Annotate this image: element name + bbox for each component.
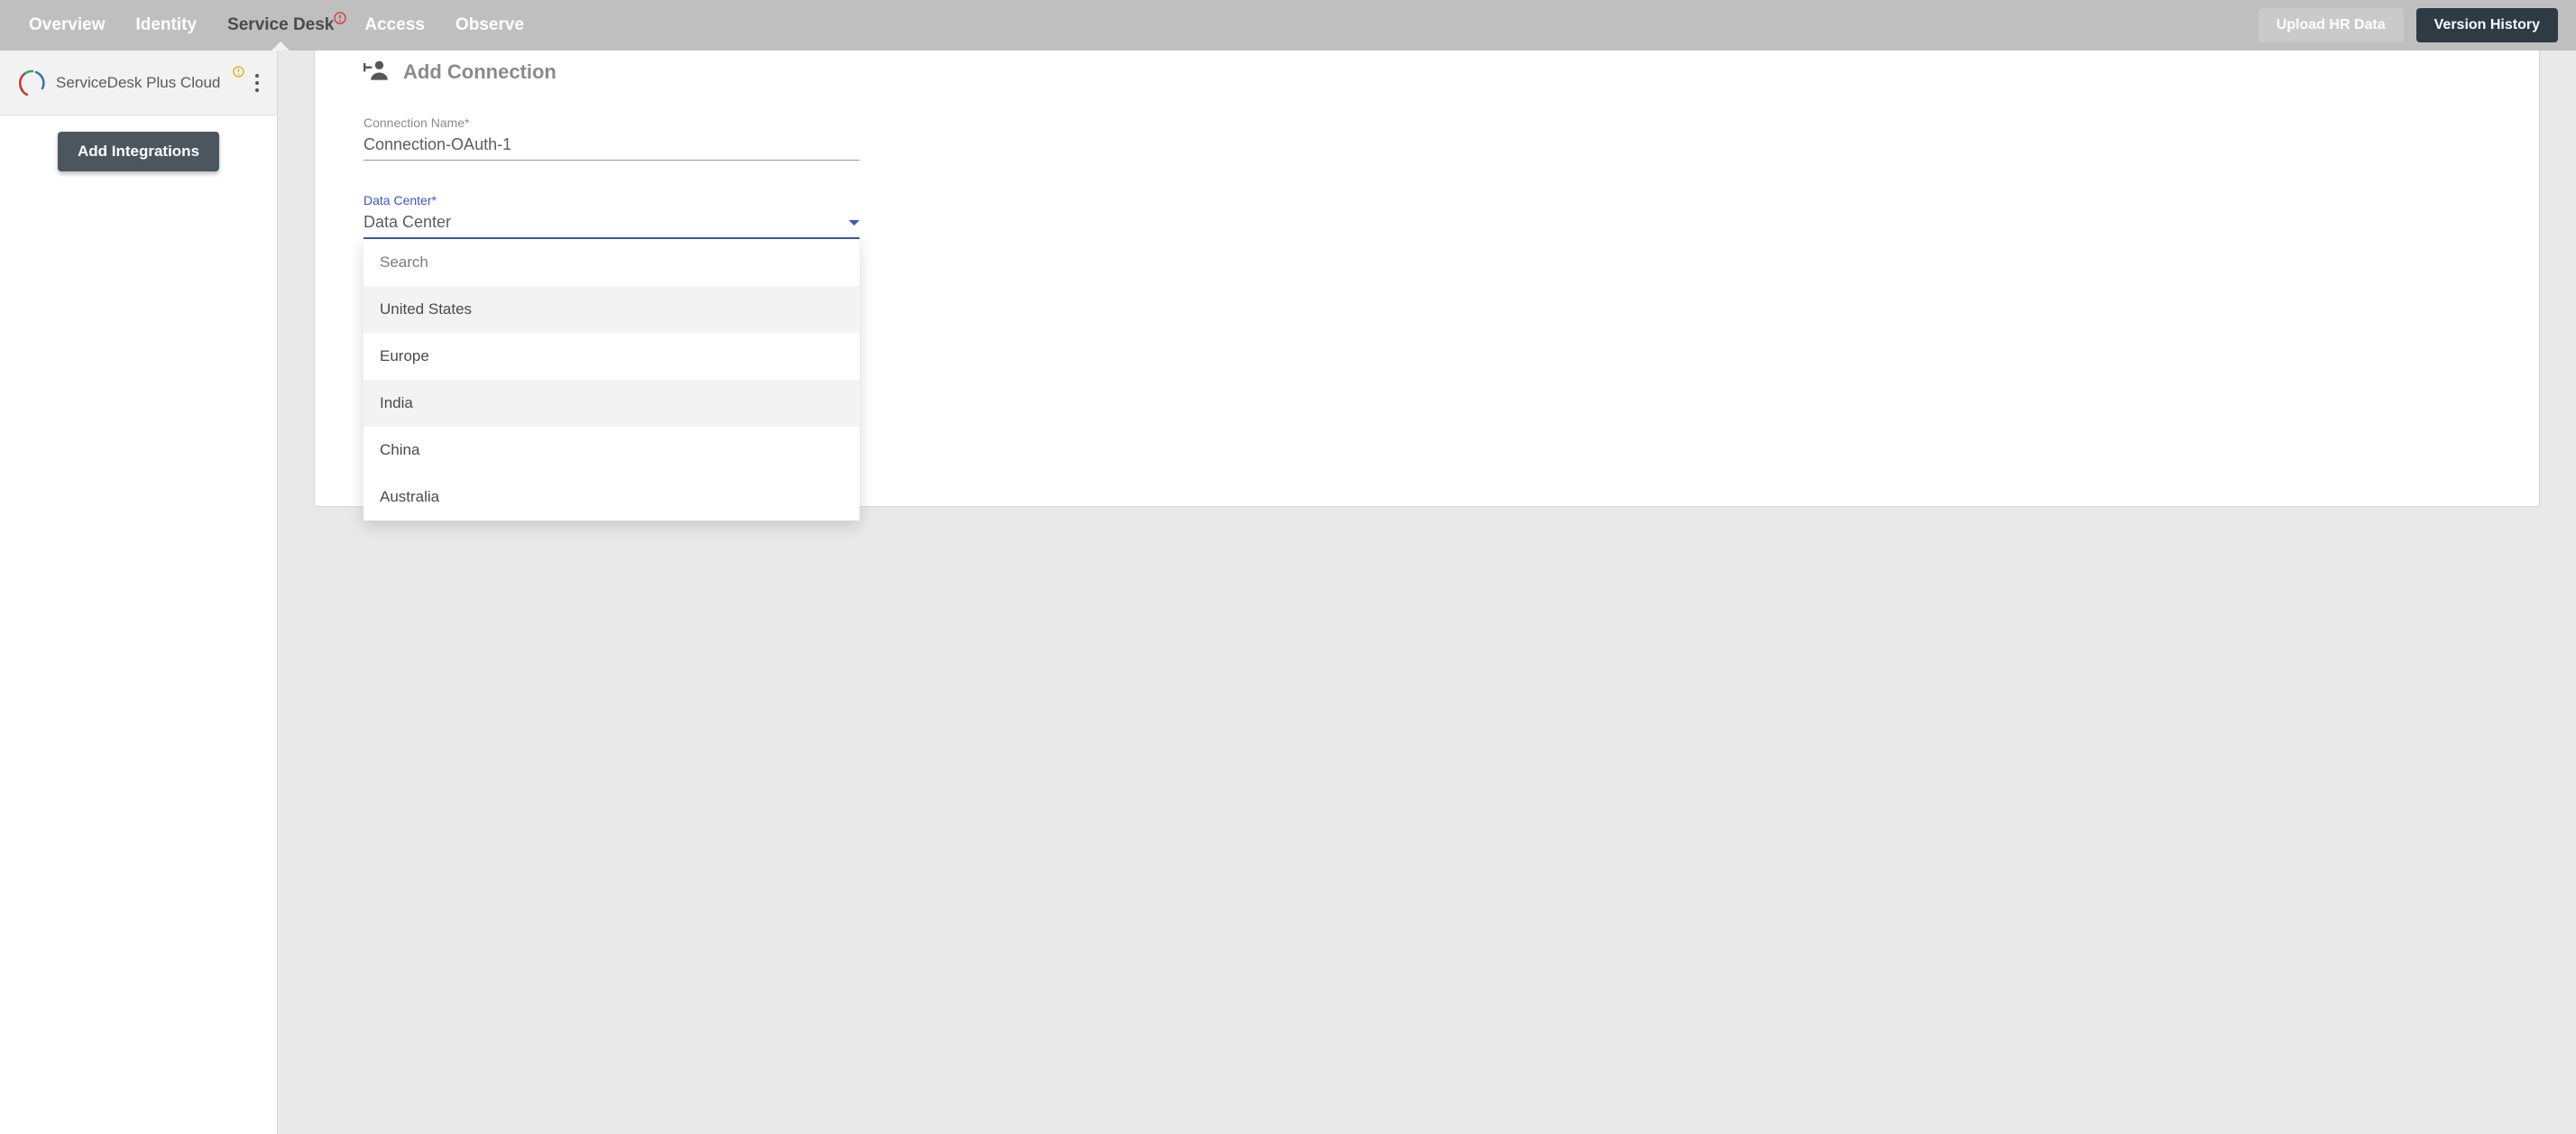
data-center-placeholder: Data Center bbox=[363, 213, 451, 232]
add-integrations-button[interactable]: Add Integrations bbox=[58, 132, 219, 171]
chevron-down-icon bbox=[849, 220, 860, 226]
add-person-icon bbox=[363, 59, 389, 85]
connection-name-input[interactable] bbox=[363, 132, 860, 161]
data-center-option[interactable]: United States bbox=[363, 286, 860, 333]
data-center-select[interactable]: Data Center bbox=[363, 209, 860, 239]
error-badge-icon bbox=[334, 10, 346, 30]
data-center-option[interactable]: China bbox=[363, 427, 860, 474]
data-center-dropdown: Search United States Europe India China … bbox=[363, 239, 860, 521]
tab-observe[interactable]: Observe bbox=[455, 15, 524, 35]
data-center-label: Data Center* bbox=[363, 193, 860, 207]
top-nav: Overview Identity Service Desk Access Ob… bbox=[0, 0, 2576, 51]
add-integrations-wrap: Add Integrations bbox=[0, 115, 277, 188]
connection-name-label: Connection Name* bbox=[363, 115, 860, 130]
tab-label: Service Desk bbox=[227, 15, 334, 35]
data-center-search[interactable]: Search bbox=[363, 239, 860, 286]
add-connection-header: Add Connection bbox=[363, 59, 2490, 85]
upload-hr-data-button[interactable]: Upload HR Data bbox=[2259, 8, 2404, 42]
tab-label: Identity bbox=[136, 15, 198, 35]
tab-access[interactable]: Access bbox=[364, 15, 425, 35]
add-connection-title: Add Connection bbox=[403, 60, 557, 84]
tab-label: Access bbox=[364, 15, 425, 35]
connection-name-field: Connection Name* bbox=[363, 115, 860, 161]
data-center-field: Data Center* Data Center Search United S… bbox=[363, 193, 860, 239]
data-center-dropdown-scroll[interactable]: Search United States Europe India China … bbox=[363, 239, 860, 521]
servicedesk-logo-icon bbox=[18, 69, 47, 97]
data-center-option[interactable]: Australia bbox=[363, 474, 860, 521]
tab-label: Observe bbox=[455, 15, 524, 35]
nav-tabs: Overview Identity Service Desk Access Ob… bbox=[29, 0, 524, 51]
tab-service-desk[interactable]: Service Desk bbox=[227, 15, 334, 35]
warning-badge-icon bbox=[233, 66, 244, 82]
sidebar: ServiceDesk Plus Cloud Add Integrations bbox=[0, 51, 278, 1134]
integration-name: ServiceDesk Plus Cloud bbox=[56, 74, 235, 92]
version-history-button[interactable]: Version History bbox=[2416, 8, 2558, 42]
integration-row[interactable]: ServiceDesk Plus Cloud bbox=[0, 51, 277, 115]
tab-label: Overview bbox=[29, 15, 106, 35]
tab-overview[interactable]: Overview bbox=[29, 15, 106, 35]
main-area: Add Connection Connection Name* Data Cen… bbox=[278, 51, 2576, 1134]
connection-card: Add Connection Connection Name* Data Cen… bbox=[314, 51, 2540, 507]
integration-kebab-menu[interactable] bbox=[246, 67, 268, 99]
data-center-option[interactable]: Europe bbox=[363, 333, 860, 380]
topbar-actions: Upload HR Data Version History bbox=[2259, 8, 2558, 42]
tab-identity[interactable]: Identity bbox=[136, 15, 198, 35]
data-center-option[interactable]: India bbox=[363, 380, 860, 427]
